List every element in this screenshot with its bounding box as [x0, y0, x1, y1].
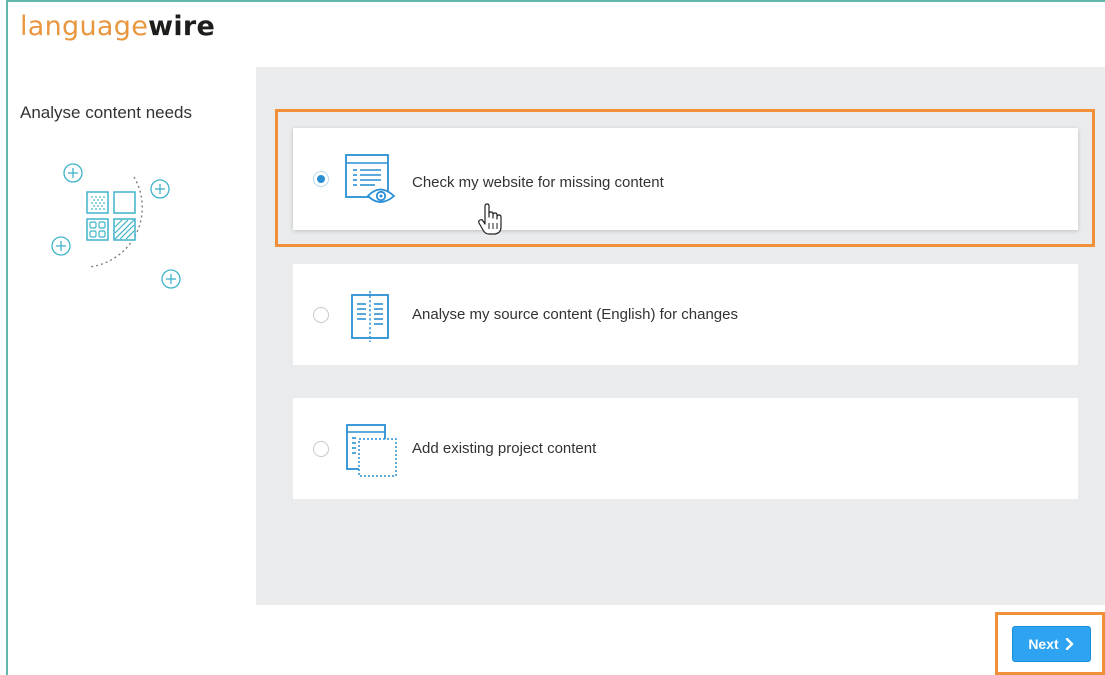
next-button-label: Next — [1028, 636, 1059, 652]
frame-border-left — [6, 0, 8, 675]
step-title: Analyse content needs — [20, 103, 193, 122]
website-eye-icon — [345, 154, 396, 203]
languagewire-logo: languagewire — [20, 10, 215, 44]
option-analyse-source[interactable]: Analyse my source content (English) for … — [293, 264, 1078, 365]
logo-bold-text: wire — [148, 11, 216, 42]
radio-dot — [317, 175, 325, 183]
chevron-right-icon — [1065, 638, 1073, 650]
book-columns-icon — [351, 291, 389, 342]
option-check-website[interactable]: Check my website for missing content — [293, 128, 1078, 230]
option-label: Analyse my source content (English) for … — [412, 306, 738, 323]
frame-border-top — [6, 0, 1105, 2]
add-project-icon — [346, 424, 397, 477]
option-label: Add existing project content — [412, 440, 597, 457]
option-label: Check my website for missing content — [412, 174, 664, 191]
hand-cursor-icon — [478, 203, 502, 235]
radio-button[interactable] — [313, 307, 329, 323]
next-button[interactable]: Next — [1012, 626, 1091, 662]
logo-light-text: language — [20, 11, 149, 42]
content-blocks-illustration — [51, 163, 181, 289]
option-add-existing[interactable]: Add existing project content — [293, 398, 1078, 499]
radio-button-selected[interactable] — [313, 171, 329, 187]
radio-button[interactable] — [313, 441, 329, 457]
